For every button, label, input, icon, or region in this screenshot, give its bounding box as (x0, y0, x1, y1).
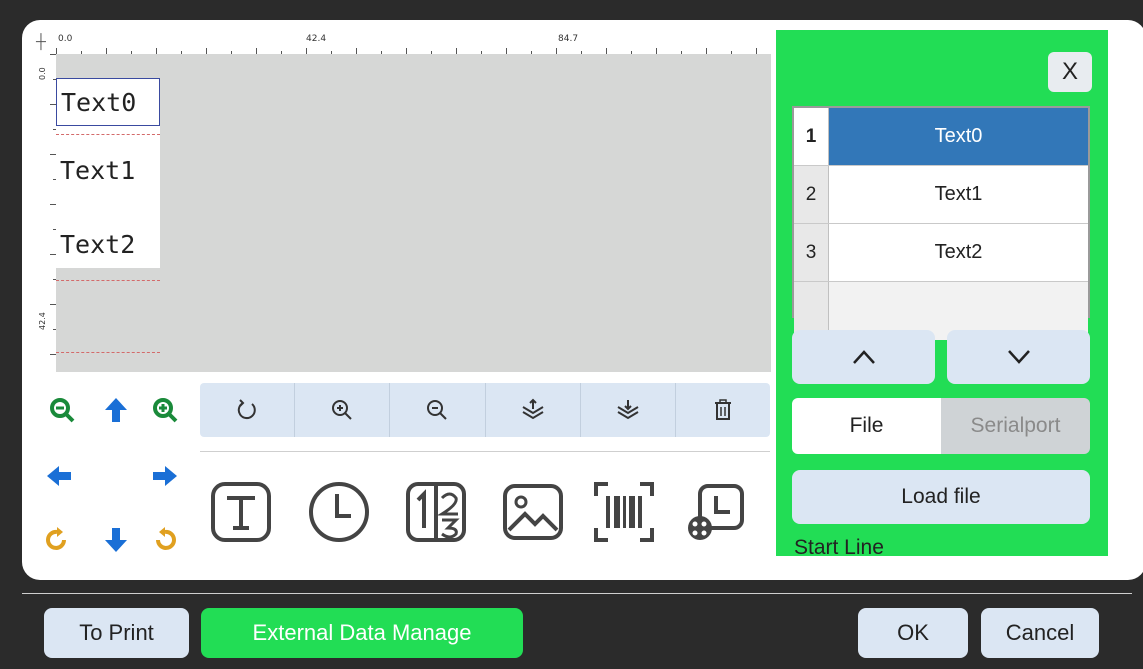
canvas-text-object[interactable]: Text1 (56, 146, 160, 194)
divider (22, 593, 1132, 594)
list-item[interactable]: 3 Text2 (794, 224, 1088, 282)
tab-file[interactable]: File (792, 398, 941, 454)
list-item-index: 3 (794, 224, 829, 281)
zoom-in-icon (332, 400, 352, 420)
rotate-icon (237, 399, 256, 420)
layer-down-button[interactable] (581, 383, 676, 437)
list-item[interactable]: 1 Text0 (794, 108, 1088, 166)
zoom-out-icon[interactable] (47, 395, 77, 425)
rotate-right-icon[interactable] (150, 525, 180, 555)
ruler-origin-icon: ┼ (36, 33, 46, 49)
arrow-left-icon[interactable] (44, 461, 74, 491)
cancel-button[interactable]: Cancel (981, 608, 1099, 658)
chevron-down-icon (1007, 350, 1030, 364)
clock-tool-icon[interactable] (303, 476, 375, 548)
counter-tool-icon[interactable] (400, 476, 472, 548)
zoom-out-button[interactable] (390, 383, 486, 437)
layer-up-button[interactable] (486, 383, 581, 437)
list-item-label: Text0 (829, 108, 1088, 165)
tab-serialport[interactable]: Serialport (941, 398, 1090, 454)
data-panel: X 1 Text0 2 Text1 3 Text2 File Serialpor… (776, 30, 1108, 556)
close-button[interactable]: X (1048, 52, 1092, 92)
zoom-in-icon[interactable] (150, 395, 180, 425)
canvas-text-object[interactable]: Text0 (56, 78, 160, 126)
source-tabs: File Serialport (792, 398, 1090, 454)
canvas-text-object[interactable]: Text2 (56, 220, 160, 268)
list-item-label: Text1 (829, 166, 1088, 223)
barcode-tool-icon[interactable] (588, 476, 660, 548)
text-tool-icon[interactable] (205, 476, 277, 548)
rotate-left-icon[interactable] (42, 525, 72, 555)
image-tool-icon[interactable] (497, 476, 569, 548)
list-item-index: 1 (794, 108, 829, 165)
ruler-label: 0.0 (38, 67, 47, 80)
ruler-left: 0.0 42.4 (36, 54, 56, 372)
list-item-label: Text2 (829, 224, 1088, 281)
object-list: 1 Text0 2 Text1 3 Text2 (792, 106, 1090, 340)
move-down-button[interactable] (947, 330, 1090, 384)
chevron-up-icon (852, 350, 875, 364)
ok-button[interactable]: OK (858, 608, 968, 658)
design-canvas[interactable]: Text0 Text1 Text2 (56, 54, 771, 372)
ruler-label: 42.4 (306, 34, 327, 44)
to-print-button[interactable]: To Print (44, 608, 189, 658)
delete-button[interactable] (676, 383, 770, 437)
arrow-up-icon[interactable] (101, 395, 131, 425)
list-item[interactable]: 2 Text1 (794, 166, 1088, 224)
ruler-label: 0.0 (58, 34, 73, 44)
shift-clock-tool-icon[interactable] (680, 476, 752, 548)
arrow-down-icon[interactable] (101, 525, 131, 555)
edit-toolbar (200, 383, 770, 437)
layer-up-icon (522, 398, 544, 420)
layer-down-icon (617, 400, 639, 420)
list-item-index: 2 (794, 166, 829, 223)
ruler-top: 0.0 42.4 84.7 (56, 34, 771, 54)
trash-icon (714, 399, 731, 420)
start-line-label: Start Line (794, 536, 884, 556)
rotate-button[interactable] (200, 383, 296, 437)
ruler-label: 84.7 (558, 34, 579, 44)
zoom-in-button[interactable] (295, 383, 391, 437)
zoom-out-icon (427, 400, 448, 420)
divider (200, 451, 770, 452)
external-data-manage-button[interactable]: External Data Manage (201, 608, 523, 658)
move-up-button[interactable] (792, 330, 935, 384)
ruler-label: 42.4 (38, 312, 47, 330)
load-file-button[interactable]: Load file (792, 470, 1090, 524)
arrow-right-icon[interactable] (150, 461, 180, 491)
